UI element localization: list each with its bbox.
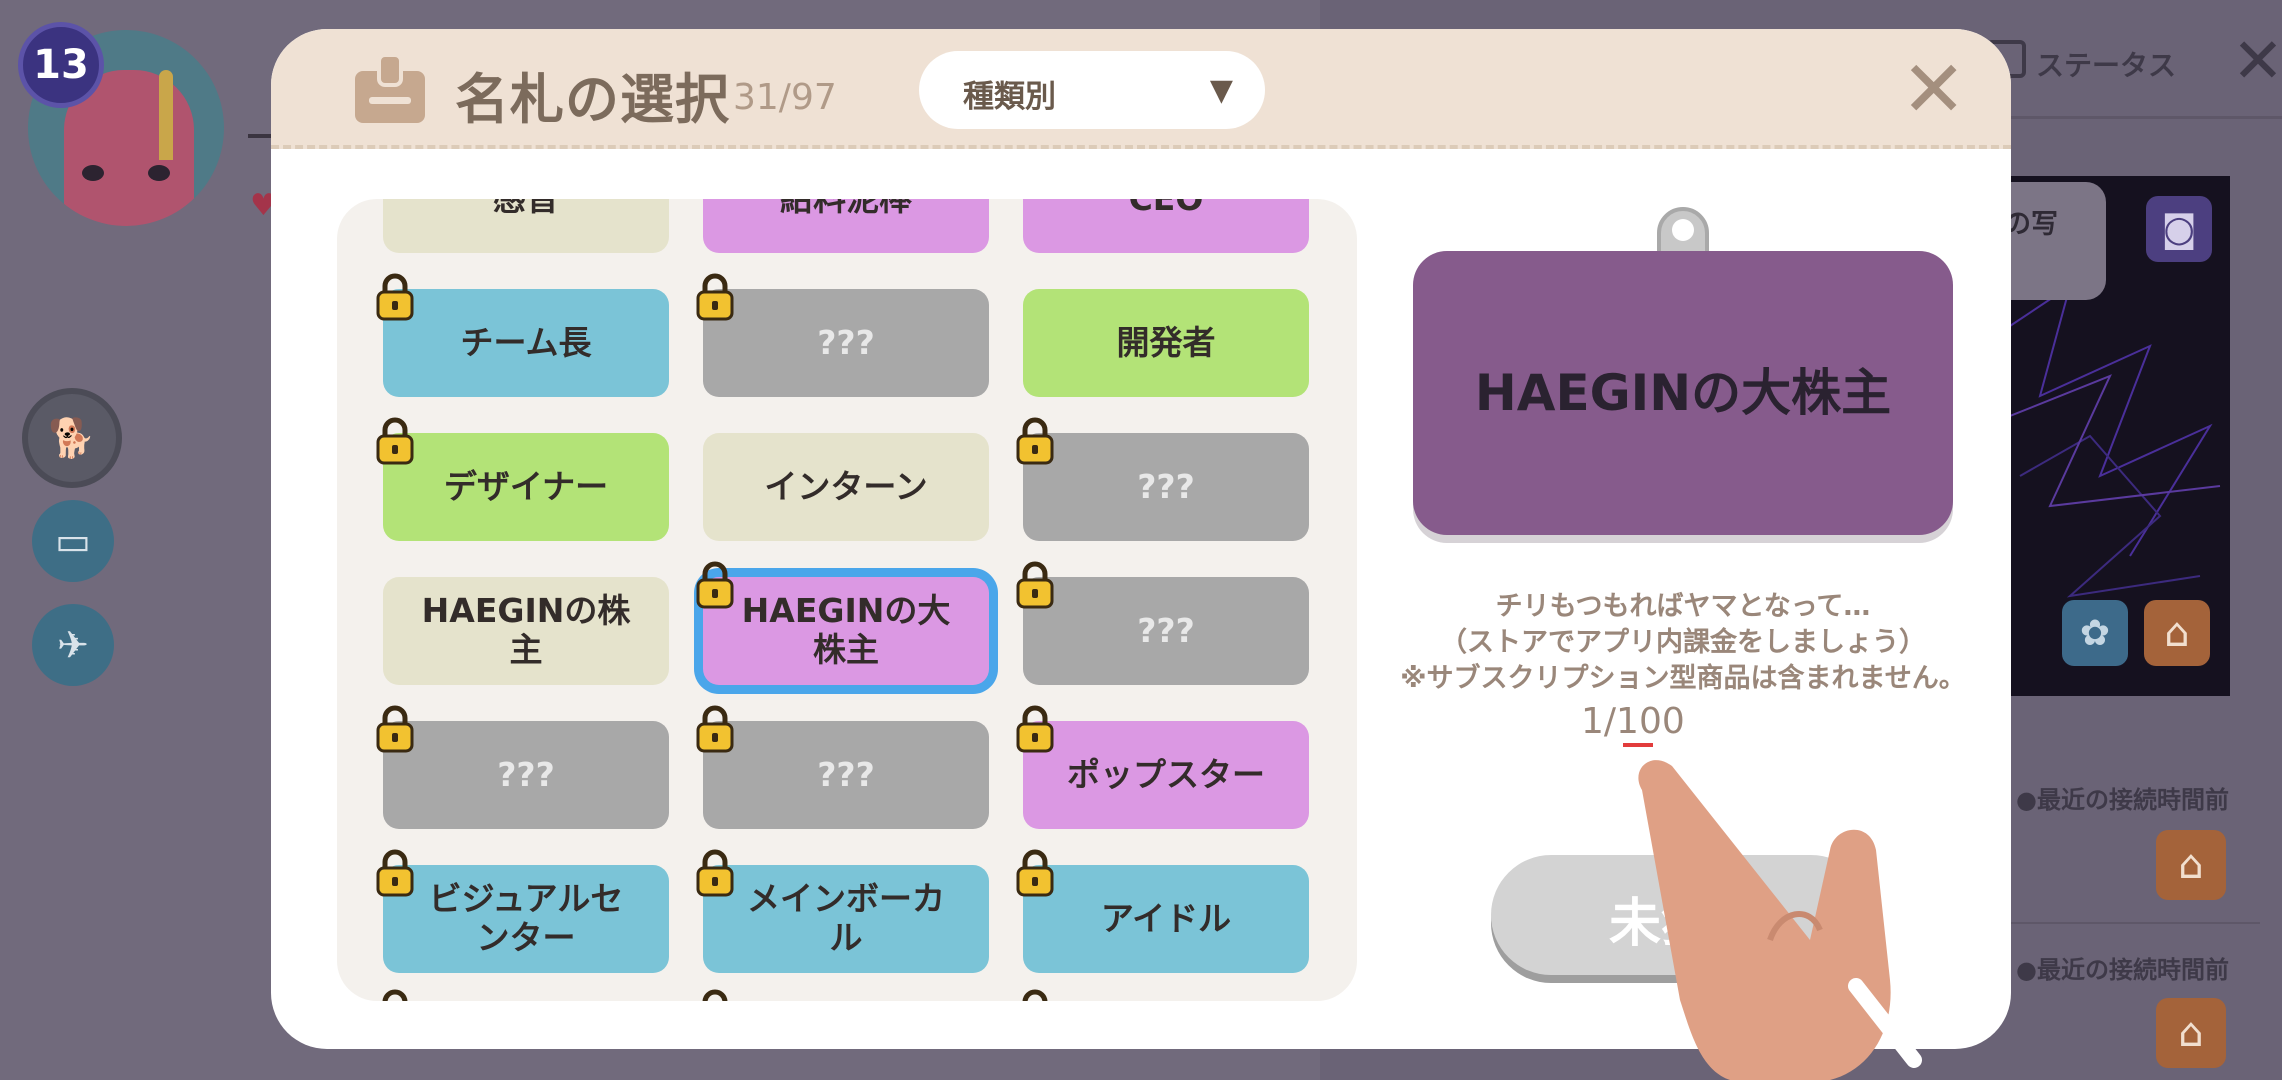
- nametag-label: ???: [817, 754, 875, 794]
- nametag-label: 給料泥棒: [780, 199, 912, 218]
- nametag-preview: HAEGINの大株主: [1413, 251, 1953, 535]
- nametag-item[interactable]: CEO: [1023, 199, 1309, 253]
- airplane-button[interactable]: ✈: [32, 604, 114, 686]
- nametag-item[interactable]: チーム長: [383, 289, 669, 397]
- nametag-item[interactable]: ???: [703, 289, 989, 397]
- id-badge-icon: ▭: [55, 519, 91, 563]
- lock-icon: [376, 273, 414, 321]
- lock-icon: [696, 273, 734, 321]
- dog-avatar-button[interactable]: 🐕: [22, 388, 122, 488]
- airplane-icon: ✈: [57, 623, 89, 667]
- nametag-item[interactable]: ???: [703, 721, 989, 829]
- lock-icon: [376, 705, 414, 753]
- nametag-item[interactable]: インターン: [703, 433, 989, 541]
- fish-icon: ✿: [2079, 612, 2111, 654]
- nametag-item[interactable]: デザイナー: [383, 433, 669, 541]
- lock-icon: [1016, 849, 1054, 897]
- home-icon: ⌂: [2164, 610, 2190, 656]
- nametag-item[interactable]: ビジュアルセンター: [383, 865, 669, 973]
- nametag-item[interactable]: HAEGINの大株主: [703, 577, 989, 685]
- nametag-label: CEO: [1129, 199, 1204, 218]
- lock-icon: [376, 849, 414, 897]
- nametag-item[interactable]: 感音: [383, 199, 669, 253]
- nametag-label: 感音: [493, 199, 559, 218]
- modal-header: 名札の選択 31/97 種類別 ▼ ✕: [271, 29, 2011, 149]
- nametag-label: ???: [1137, 610, 1195, 650]
- home-button[interactable]: ⌂: [2156, 830, 2226, 900]
- category-filter-dropdown[interactable]: 種類別 ▼: [919, 51, 1265, 129]
- id-badge-icon: [355, 53, 425, 123]
- background-close-icon[interactable]: ✕: [2232, 30, 2282, 92]
- lock-icon: [382, 989, 408, 1001]
- nametag-item[interactable]: HAEGINの株主: [383, 577, 669, 685]
- nametag-item[interactable]: ???: [1023, 433, 1309, 541]
- nametag-description: チリもつもればヤマとなって… （ストアでアプリ内課金をしましょう） ※サブスクリ…: [1400, 591, 1966, 695]
- nametag-label: ???: [1137, 466, 1195, 506]
- nametag-item[interactable]: メインボーカル: [703, 865, 989, 973]
- lock-icon: [702, 989, 728, 1001]
- nametag-item[interactable]: 給料泥棒: [703, 199, 989, 253]
- home-icon: ⌂: [2178, 1010, 2204, 1056]
- nametag-label: ビジュアルセンター: [428, 879, 624, 957]
- nametag-item[interactable]: 開発者: [1023, 289, 1309, 397]
- nametag-item[interactable]: ポップスター: [1023, 721, 1309, 829]
- nametag-label: ???: [817, 322, 875, 362]
- level-badge: 13: [18, 22, 104, 108]
- nametag-button[interactable]: ▭: [32, 500, 114, 582]
- lock-icon: [696, 561, 734, 609]
- nametag-label: ポップスター: [1067, 754, 1265, 794]
- collected-count: 31/97: [733, 77, 837, 118]
- nametag-item[interactable]: ???: [1023, 577, 1309, 685]
- dog-icon: 🐕: [48, 415, 96, 460]
- nametag-label: デザイナー: [443, 466, 609, 506]
- divider: [2010, 922, 2260, 924]
- camera-button[interactable]: ◙: [2146, 196, 2212, 262]
- status-label[interactable]: ステータス: [2036, 44, 2176, 84]
- nametag-label: ???: [497, 754, 555, 794]
- pin-hole: [1672, 219, 1694, 241]
- nametag-label: メインボーカル: [747, 879, 945, 957]
- nametag-item[interactable]: ???: [383, 721, 669, 829]
- lock-icon: [376, 417, 414, 465]
- home-button[interactable]: ⌂: [2156, 998, 2226, 1068]
- lock-icon: [1022, 989, 1048, 1001]
- nametag-label: 開発者: [1116, 322, 1216, 362]
- nametag-label: HAEGINの株主: [421, 591, 631, 669]
- close-icon[interactable]: ✕: [1901, 51, 1966, 129]
- tutorial-hand-icon: [1638, 760, 1922, 1080]
- recent-connection-label: ●最近の接続時間前: [2016, 956, 2229, 984]
- modal-title: 名札の選択: [455, 68, 730, 131]
- nametag-label: インターン: [764, 466, 928, 506]
- nametag-item[interactable]: アイドル: [1023, 865, 1309, 973]
- lock-icon: [696, 705, 734, 753]
- nametag-label: HAEGINの大株主: [741, 591, 951, 669]
- home-button[interactable]: ⌂: [2144, 600, 2210, 666]
- lock-icon: [1016, 561, 1054, 609]
- camera-icon: ◙: [2161, 208, 2197, 250]
- lock-icon: [696, 849, 734, 897]
- dropdown-value: 種類別: [963, 79, 1056, 115]
- chevron-down-icon: ▼: [1209, 73, 1233, 108]
- lock-icon: [1016, 417, 1054, 465]
- nametag-label: アイドル: [1100, 898, 1232, 938]
- nametag-label: チーム長: [460, 322, 592, 362]
- nametag-grid[interactable]: 感音 給料泥棒 CEO チーム長??? 開発者デザイナー インターン??? HAEGINの株…: [337, 199, 1357, 1001]
- recent-connection-label: ●最近の接続時間前: [2016, 786, 2229, 814]
- lock-icon: [1016, 705, 1054, 753]
- fish-button[interactable]: ✿: [2062, 600, 2128, 666]
- home-icon: ⌂: [2178, 842, 2204, 888]
- divider: [2010, 116, 2282, 119]
